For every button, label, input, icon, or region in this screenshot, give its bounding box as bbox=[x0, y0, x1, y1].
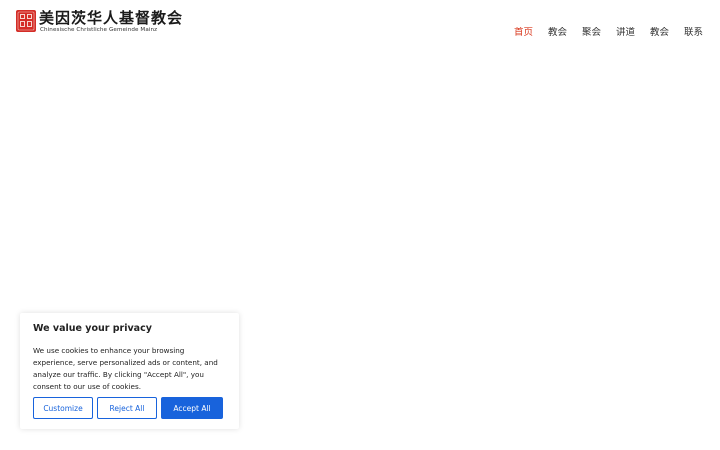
cookie-description: We use cookies to enhance your browsing … bbox=[33, 346, 218, 391]
page: 美因茨华人基督教会 Chinesische Christliche Gemein… bbox=[0, 0, 720, 450]
site-header: 美因茨华人基督教会 Chinesische Christliche Gemein… bbox=[0, 0, 720, 60]
nav-item-contact[interactable]: 联系我们 bbox=[684, 27, 703, 39]
church-seal-icon bbox=[16, 10, 36, 32]
logo-title: 美因茨华人基督教会 bbox=[39, 9, 184, 27]
reject-all-button[interactable]: Reject All bbox=[97, 397, 157, 419]
nav-item-activities[interactable]: 教会活动 bbox=[650, 27, 669, 39]
nav-item-beliefs[interactable]: 教会信仰 bbox=[548, 27, 567, 39]
accept-all-button[interactable]: Accept All bbox=[161, 397, 223, 419]
nav-item-home[interactable]: 首页介绍 bbox=[514, 27, 533, 39]
cookie-consent-banner: We value your privacy We use cookies to … bbox=[20, 313, 239, 429]
main-nav: 首页介绍 教会信仰 聚会时间 讲道分享 教会活动 联系我们 bbox=[514, 27, 703, 39]
logo-subtitle: Chinesische Christliche Gemeinde Mainz bbox=[40, 27, 158, 33]
nav-item-meeting-times[interactable]: 聚会时间 bbox=[582, 27, 601, 39]
customize-button[interactable]: Customize bbox=[33, 397, 93, 419]
cookie-button-group: Customize Reject All Accept All bbox=[33, 397, 223, 419]
cookie-title: We value your privacy bbox=[33, 323, 152, 334]
nav-item-sermons[interactable]: 讲道分享 bbox=[616, 27, 635, 39]
site-logo[interactable]: 美因茨华人基督教会 Chinesische Christliche Gemein… bbox=[15, 9, 183, 34]
logo-text: 美因茨华人基督教会 Chinesische Christliche Gemein… bbox=[39, 9, 183, 34]
